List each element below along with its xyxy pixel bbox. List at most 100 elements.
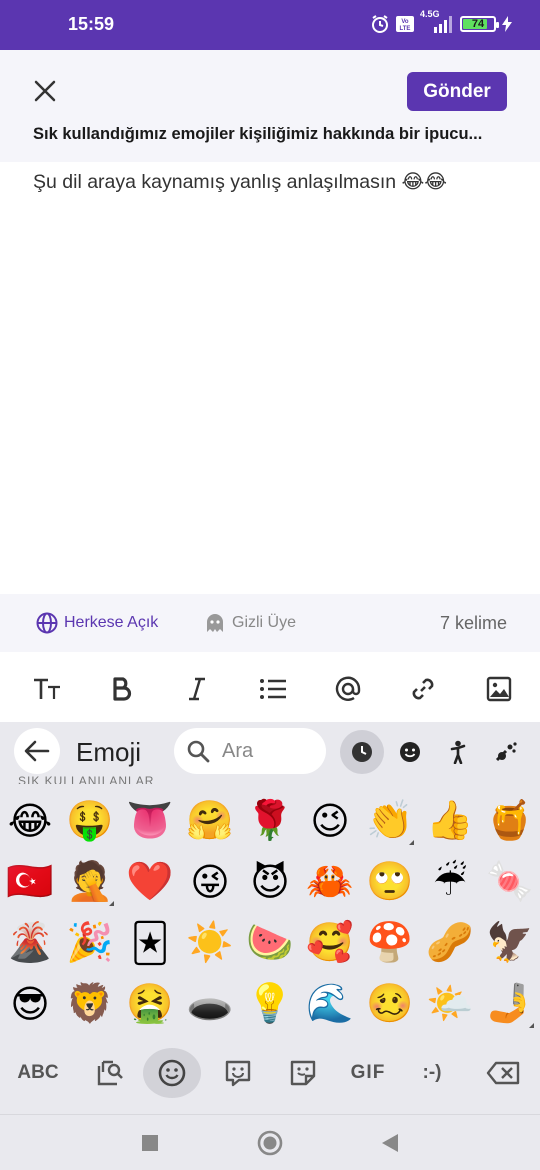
emoji-key[interactable]: 🙄	[360, 851, 420, 912]
backspace-icon	[486, 1061, 520, 1085]
gif-label: GIF	[350, 1062, 386, 1083]
bitmoji-key[interactable]	[218, 1050, 258, 1096]
globe-icon	[36, 612, 58, 634]
arrow-left-icon	[24, 740, 50, 762]
person-icon	[450, 740, 466, 764]
emoji-key[interactable]: 🦅	[480, 912, 540, 973]
smileys-category-tab[interactable]	[388, 730, 432, 774]
anonymous-toggle[interactable]: Gizli Üye	[204, 612, 296, 634]
emoji-key[interactable]: 👍	[420, 790, 480, 851]
answer-input[interactable]: Şu dil araya kaynamış yanlış anlaşılması…	[33, 170, 513, 194]
emoji-key[interactable]: 🥰	[300, 912, 360, 973]
emoji-keyboard: Emoji SIK KULLANILANLAR 😂🤑👅🤗🌹😉👏👍🍯 🇹🇷🤦❤️😜😈…	[0, 722, 540, 1170]
emoji-key[interactable]: 👏	[360, 790, 420, 851]
activity-icon	[495, 742, 517, 762]
keyboard-back-button[interactable]	[14, 728, 60, 774]
abc-label: ABC	[17, 1062, 59, 1083]
anonymous-label: Gizli Üye	[232, 614, 297, 631]
italic-button[interactable]	[182, 674, 212, 704]
status-icons: Vo LTE 4.5G 74	[370, 9, 512, 34]
emoji-key[interactable]: 🤦	[60, 851, 120, 912]
emoji-key[interactable]: 👅	[120, 790, 180, 851]
emoji-key[interactable]: 🤑	[60, 790, 120, 851]
ghost-icon	[207, 614, 223, 632]
volte-icon: Vo LTE	[396, 16, 414, 32]
bitmoji-icon	[225, 1060, 251, 1087]
battery-icon: 74	[460, 16, 499, 32]
text-size-button[interactable]	[30, 674, 64, 704]
search-icon	[187, 740, 210, 763]
emoji-key[interactable]: 😎	[0, 973, 60, 1034]
emoji-key[interactable]: 🤗	[180, 790, 240, 851]
close-button[interactable]	[30, 76, 60, 106]
emoji-key[interactable]	[143, 1048, 201, 1098]
sticker-icon	[290, 1060, 316, 1086]
visibility-toggle[interactable]: Herkese Açık	[36, 612, 158, 634]
emoji-search[interactable]	[174, 728, 326, 774]
back-button[interactable]	[370, 1127, 410, 1159]
emoji-key[interactable]: 🦀	[300, 851, 360, 912]
emoji-key[interactable]: ☔	[420, 851, 480, 912]
emoji-key[interactable]: 🌹	[240, 790, 300, 851]
emoji-key[interactable]: 🍉	[240, 912, 300, 973]
keyboard-title: Emoji	[76, 737, 142, 767]
compose-header: Gönder Sık kullandığımız emojiler kişili…	[0, 50, 540, 162]
emoji-key[interactable]: 🎉	[60, 912, 120, 973]
emoji-key[interactable]: 🥴	[360, 973, 420, 1034]
gif-key[interactable]: GIF	[346, 1050, 390, 1096]
system-navigation-bar	[0, 1114, 540, 1170]
image-button[interactable]	[484, 674, 514, 704]
link-button[interactable]	[408, 674, 438, 704]
emoji-keyboard-header: Emoji	[0, 722, 540, 782]
emoji-key[interactable]: 🍄	[360, 912, 420, 973]
list-icon	[260, 679, 286, 699]
emoji-key[interactable]: 🌊	[300, 973, 360, 1034]
keyboard-bottom-bar: ABC GIF :-)	[0, 1042, 540, 1108]
svg-text:Vo: Vo	[401, 19, 409, 25]
emoji-key[interactable]: 😈	[240, 851, 300, 912]
mention-button[interactable]	[333, 674, 363, 704]
emoji-key[interactable]: 🍬	[480, 851, 540, 912]
emoji-search-input[interactable]	[222, 739, 312, 763]
bold-icon	[113, 677, 132, 701]
recents-button[interactable]	[130, 1127, 170, 1159]
emoji-grid: 😂 🤑 👅 🤗 🌹 😉 👏 👍 🍯 🇹🇷 🤦 ❤️ 😜 😈 🦀 🙄 ☔ 🍬 🌋 🎉 🃏 ☀️ 🍉 🥰 🍄 🥜 🦅 😎 🦁 🤮 🕳️ 💡 🌊 🥴 🌤️…	[0, 790, 540, 1034]
emoji-key[interactable]: 😂	[0, 790, 60, 851]
recent-category-tab[interactable]	[340, 730, 384, 774]
emoji-key[interactable]: 🤳	[480, 973, 540, 1034]
emoji-key[interactable]: 😜	[180, 851, 240, 912]
activities-category-tab[interactable]	[484, 730, 528, 774]
people-category-tab[interactable]	[436, 730, 480, 774]
status-time: 15:59	[68, 14, 115, 34]
image-icon	[486, 676, 512, 702]
emoticon-key[interactable]: :-)	[414, 1050, 450, 1096]
emoji-key[interactable]: 🃏	[120, 912, 180, 973]
emoticon-label: :-)	[422, 1062, 442, 1083]
emoji-key[interactable]: 🍯	[480, 790, 540, 851]
abc-key[interactable]: ABC	[14, 1050, 62, 1096]
alarm-icon	[370, 14, 390, 34]
send-button[interactable]: Gönder	[407, 72, 507, 111]
bold-button[interactable]	[107, 674, 137, 704]
list-button[interactable]	[257, 674, 289, 704]
emoji-key[interactable]: ☀️	[180, 912, 240, 973]
backspace-key[interactable]	[484, 1050, 522, 1096]
emoji-key[interactable]: 🤮	[120, 973, 180, 1034]
square-icon	[142, 1135, 158, 1151]
emoji-key[interactable]: 😉	[300, 790, 360, 851]
emoji-key[interactable]: 🕳️	[180, 973, 240, 1034]
emoji-key[interactable]: 🦁	[60, 973, 120, 1034]
emoji-key[interactable]: 🇹🇷	[0, 851, 60, 912]
sticker-key[interactable]	[283, 1050, 323, 1096]
emoji-key[interactable]: 💡	[240, 973, 300, 1034]
format-toolbar	[0, 652, 540, 722]
sticker-search-icon	[97, 1060, 123, 1086]
status-bar: 15:59 Vo LTE 4.5G 74	[0, 0, 540, 50]
emoji-key[interactable]: 🌋	[0, 912, 60, 973]
emoji-key[interactable]: 🌤️	[420, 973, 480, 1034]
emoji-key[interactable]: ❤️	[120, 851, 180, 912]
emoji-key[interactable]: 🥜	[420, 912, 480, 973]
sticker-search-key[interactable]	[90, 1050, 130, 1096]
home-button[interactable]	[250, 1127, 290, 1159]
mention-icon	[335, 676, 361, 701]
